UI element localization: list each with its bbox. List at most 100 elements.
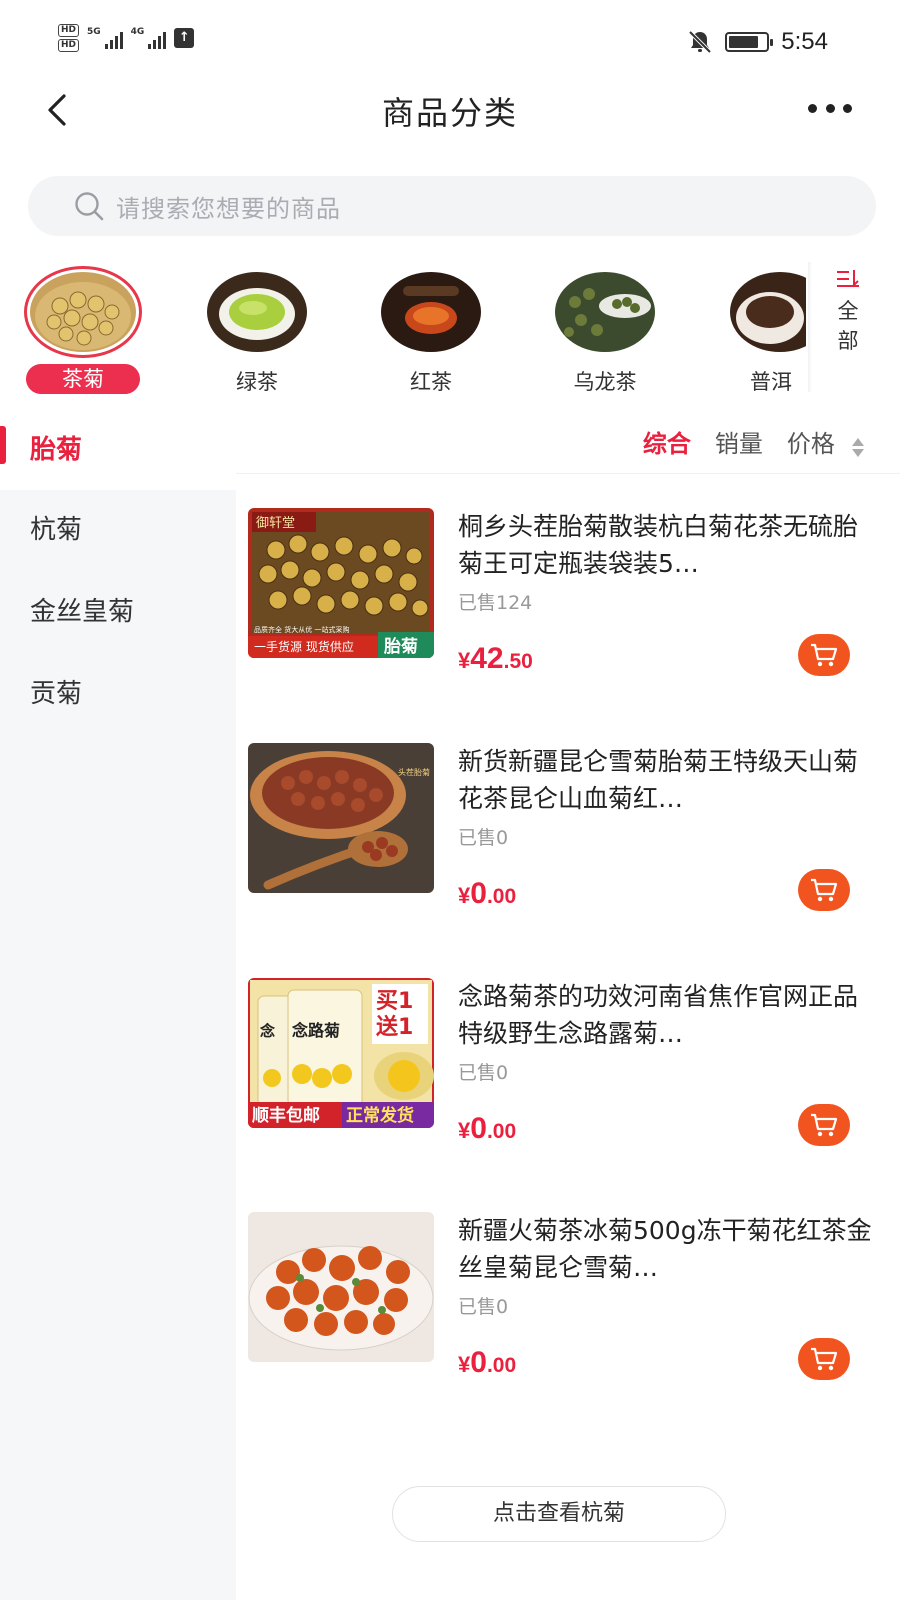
product-price: ¥0.00	[458, 877, 516, 911]
category-thumb-image	[207, 272, 307, 352]
status-right: 5:54	[687, 28, 828, 56]
sidebar-item-hangju[interactable]: 杭菊	[0, 490, 236, 570]
category-label: 乌龙茶	[573, 370, 637, 394]
category-label: 绿茶	[236, 370, 278, 394]
price-integer: 0	[470, 1346, 487, 1379]
product-title[interactable]: 新疆火菊茶冰菊500g冻干菊花红茶金丝皇菊昆仑雪菊…	[458, 1212, 878, 1286]
svg-text:念: 念	[259, 1022, 275, 1040]
subcategory-sidebar: 胎菊 杭菊 金丝皇菊 贡菊	[0, 410, 236, 1600]
category-divider	[808, 262, 812, 392]
sort-bar: 综合 销量 价格	[236, 410, 900, 474]
image-right-label: 正常发货	[346, 1105, 414, 1126]
price-currency: ¥	[458, 1118, 471, 1143]
product-sold-count: 已售0	[458, 827, 509, 849]
add-to-cart-button[interactable]	[798, 1338, 850, 1380]
category-thumb-image	[30, 272, 136, 352]
view-next-category-button[interactable]: 点击查看杭菊	[392, 1486, 726, 1542]
price-integer: 0	[470, 877, 487, 910]
cart-icon	[811, 878, 838, 902]
product-title[interactable]: 桐乡头茬胎菊散装杭白菊花茶无硫胎菊王可定瓶装袋装5…	[458, 508, 878, 582]
category-strip: 茶菊 绿茶 红茶 乌龙茶 普洱 全部	[0, 262, 900, 402]
battery-icon	[725, 32, 774, 52]
product-card[interactable]: 新疆火菊茶冰菊500g冻干菊花红茶金丝皇菊昆仑雪菊… 已售0 ¥0.00	[248, 1212, 888, 1412]
price-decimal: .00	[486, 885, 517, 908]
product-card[interactable]: 念 念路菊 买1 送1 顺丰包邮 正常发货 念路菊茶的功效河南省焦作官网正品特级…	[248, 978, 888, 1178]
signal-5g-icon: 5G	[87, 27, 123, 49]
product-price: ¥0.00	[458, 1346, 516, 1380]
sidebar-item-taiju[interactable]: 胎菊	[0, 410, 236, 490]
price-currency: ¥	[458, 648, 471, 673]
search-placeholder: 请搜索您想要的商品	[116, 194, 341, 223]
add-to-cart-button[interactable]	[798, 634, 850, 676]
category-label: 红茶	[410, 370, 452, 394]
product-card[interactable]: 头茬胎菊 新货新疆昆仑雪菊胎菊王特级天山菊花茶昆仑山血菊红… 已售0 ¥0.00	[248, 743, 888, 943]
product-title[interactable]: 新货新疆昆仑雪菊胎菊王特级天山菊花茶昆仑山血菊红…	[458, 743, 878, 817]
image-small-text: 品质齐全 货大从优 一站式采购	[254, 625, 349, 634]
sidebar-item-gongju[interactable]: 贡菊	[0, 654, 236, 734]
cart-icon	[811, 643, 838, 667]
category-item-puer[interactable]: 普洱	[702, 262, 806, 396]
status-bar: HD HD 5G 4G ↑ 5:54	[0, 0, 900, 80]
category-item-lvcha[interactable]: 绿茶	[192, 262, 322, 396]
price-integer: 0	[470, 1112, 487, 1145]
sort-icon	[837, 270, 859, 288]
product-sold-count: 已售124	[458, 592, 533, 614]
cart-icon	[811, 1113, 838, 1137]
product-price: ¥0.00	[458, 1112, 516, 1146]
category-label: 茶菊	[26, 364, 140, 394]
status-left: HD HD 5G 4G ↑	[58, 24, 195, 52]
price-currency: ¥	[458, 883, 471, 908]
page-title: 商品分类	[381, 94, 518, 132]
product-image	[248, 1212, 434, 1362]
category-item-chaju[interactable]: 茶菊	[18, 262, 148, 394]
price-currency: ¥	[458, 1352, 471, 1377]
price-integer: 42	[470, 642, 504, 675]
product-card[interactable]: 御轩堂 品质齐全 货大从优 一站式采购 一手货源 现货供应 胎菊 桐乡头茬胎菊散…	[248, 508, 888, 708]
hd1-label: HD	[58, 24, 80, 37]
add-to-cart-button[interactable]	[798, 869, 850, 911]
hd2-label: HD	[58, 39, 80, 52]
image-banner-text: 一手货源 现货供应	[254, 639, 354, 654]
price-decimal: .00	[486, 1354, 517, 1377]
sidebar-item-jinsihuangju[interactable]: 金丝皇菊	[0, 572, 236, 652]
category-label: 普洱	[750, 370, 792, 394]
add-to-cart-button[interactable]	[798, 1104, 850, 1146]
hd-icon: HD HD	[58, 24, 80, 52]
product-image: 念 念路菊 买1 送1 顺丰包邮 正常发货	[248, 978, 434, 1128]
price-decimal: .00	[486, 1120, 517, 1143]
mute-bell-icon	[688, 30, 712, 54]
clock: 5:54	[781, 28, 828, 55]
upload-icon: ↑	[174, 28, 195, 48]
product-sold-count: 已售0	[458, 1062, 509, 1084]
category-thumb-image	[381, 272, 481, 352]
image-left-label: 顺丰包邮	[252, 1105, 320, 1126]
sort-option-sales[interactable]: 销量	[715, 424, 763, 459]
search-bar[interactable]: 请搜索您想要的商品	[28, 176, 876, 236]
signal-4g-icon: 4G	[131, 27, 167, 49]
sort-option-price[interactable]: 价格	[787, 424, 864, 459]
product-image: 御轩堂 品质齐全 货大从优 一站式采购 一手货源 现货供应 胎菊	[248, 508, 434, 658]
product-image: 头茬胎菊	[248, 743, 434, 893]
all-categories-label: 全部	[837, 299, 859, 353]
image-tag-text: 头茬胎菊	[398, 767, 430, 777]
image-name-text: 念路菊	[291, 1021, 340, 1040]
category-item-wulongcha[interactable]: 乌龙茶	[540, 262, 670, 396]
image-brand-text: 御轩堂	[256, 516, 295, 531]
product-title[interactable]: 念路菊茶的功效河南省焦作官网正品特级野生念路露菊…	[458, 978, 878, 1052]
net2-label: 4G	[130, 27, 145, 37]
sort-arrows-icon	[852, 438, 864, 457]
image-tag-text: 胎菊	[384, 636, 418, 657]
image-big2-text: 送1	[376, 1014, 413, 1040]
all-categories-button[interactable]: 全部	[826, 268, 870, 356]
cart-icon	[811, 1347, 838, 1371]
product-price: ¥42.50	[458, 642, 533, 676]
search-icon	[75, 192, 104, 221]
sort-option-comprehensive[interactable]: 综合	[643, 424, 691, 459]
image-big1-text: 买1	[376, 989, 413, 1014]
category-thumb-image	[555, 272, 655, 352]
sort-price-label: 价格	[786, 430, 835, 458]
category-item-hongcha[interactable]: 红茶	[366, 262, 496, 396]
more-menu-icon[interactable]	[808, 92, 852, 124]
product-sold-count: 已售0	[458, 1296, 509, 1318]
price-decimal: .50	[503, 650, 533, 673]
